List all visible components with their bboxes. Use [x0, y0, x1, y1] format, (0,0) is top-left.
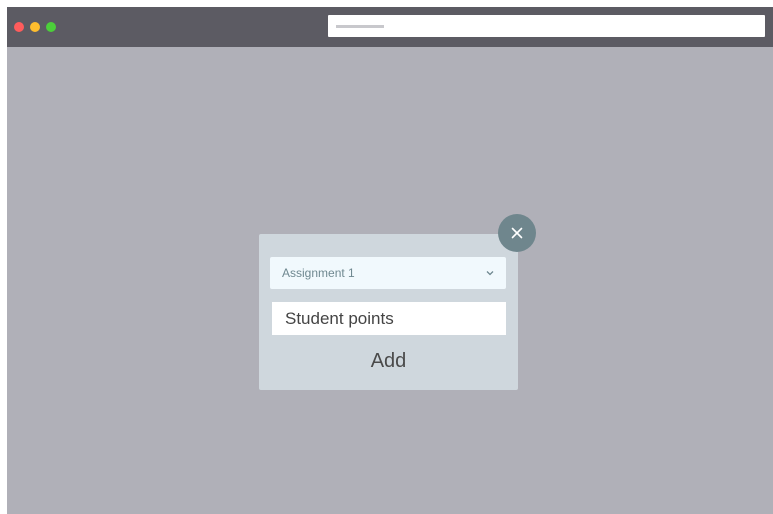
address-bar[interactable]: [328, 15, 765, 37]
dialog-close-button[interactable]: [498, 214, 536, 252]
browser-titlebar: [7, 7, 773, 47]
browser-window: Assignment 1 Add: [7, 7, 773, 514]
chevron-down-icon: [486, 271, 494, 276]
window-close-dot[interactable]: [14, 22, 24, 32]
window-maximize-dot[interactable]: [46, 22, 56, 32]
address-bar-text: [336, 25, 384, 28]
close-icon: [511, 227, 523, 239]
student-points-input[interactable]: [272, 302, 506, 335]
add-button[interactable]: Add: [259, 346, 518, 376]
modal-overlay: Assignment 1 Add: [7, 47, 773, 514]
assignment-select-value: Assignment 1: [282, 266, 355, 280]
assignment-select[interactable]: Assignment 1: [270, 257, 506, 289]
window-minimize-dot[interactable]: [30, 22, 40, 32]
add-points-dialog: Assignment 1 Add: [259, 234, 518, 390]
